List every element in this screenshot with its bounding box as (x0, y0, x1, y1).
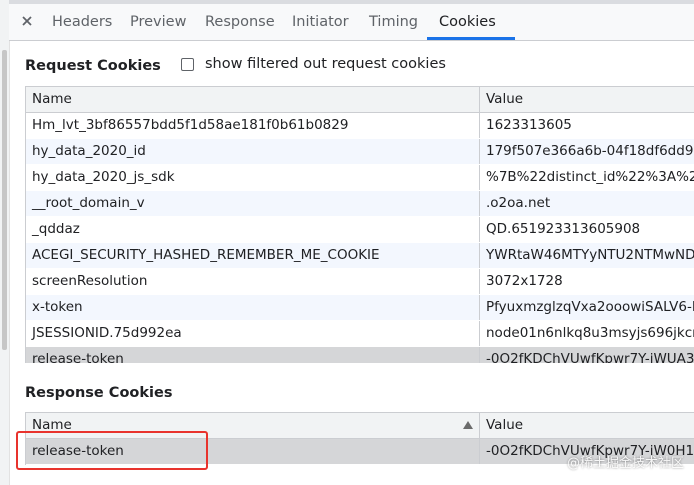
table-row[interactable]: __root_domain_v .o2oa.net (26, 191, 694, 217)
cookie-name: ACEGI_SECURITY_HASHED_REMEMBER_ME_COOKIE (26, 243, 480, 268)
left-scrollbar[interactable] (0, 0, 10, 485)
table-row[interactable]: hy_data_2020_js_sdk %7B%22distinct_id%22… (26, 165, 694, 191)
cookie-value: 1623313605 (486, 117, 572, 133)
cookie-value: %7B%22distinct_id%22%3A%22 (486, 169, 694, 185)
show-filtered-checkbox[interactable] (181, 58, 194, 71)
request-cookies-title: Request Cookies (25, 58, 161, 74)
column-header-value[interactable]: Value (480, 87, 694, 112)
left-scrollbar-thumb[interactable] (2, 50, 7, 350)
cookie-value: YWRtaW46MTYyNTU2NTMwND (486, 247, 694, 263)
close-icon[interactable] (20, 14, 34, 28)
cookie-name: JSESSIONID.75d992ea (26, 321, 480, 346)
cookie-name: hy_data_2020_js_sdk (26, 165, 480, 190)
cookie-name: x-token (26, 295, 480, 320)
show-filtered-label[interactable]: show filtered out request cookies (205, 56, 446, 72)
cookie-name: _qddaz (26, 217, 480, 242)
active-tab-indicator (427, 37, 515, 40)
sort-ascending-icon[interactable] (463, 421, 473, 429)
devtools-network-cookies-panel: Headers Preview Response Initiator Timin… (0, 0, 694, 485)
column-header-value[interactable]: Value (480, 413, 694, 438)
cookie-name: screenResolution (26, 269, 480, 294)
tab-initiator[interactable]: Initiator (292, 4, 349, 40)
cookie-name: release-token (26, 347, 480, 363)
table-row[interactable]: hy_data_2020_id 179f507e366a6b-04f18df6d… (26, 139, 694, 165)
table-row[interactable]: _qddaz QD.651923313605908 (26, 217, 694, 243)
table-row[interactable]: JSESSIONID.75d992ea node01n6nlkq8u3msyjs… (26, 321, 694, 347)
table-row[interactable]: ACEGI_SECURITY_HASHED_REMEMBER_ME_COOKIE… (26, 243, 694, 269)
column-header-name[interactable]: Name (26, 87, 480, 112)
response-cookies-title: Response Cookies (25, 385, 173, 401)
cookie-name: hy_data_2020_id (26, 139, 480, 164)
table-row[interactable]: x-token PfyuxmzglzqVxa2ooowiSALV6-K (26, 295, 694, 321)
cookie-value: node01n6nlkq8u3msyjs696jkcn (486, 325, 694, 341)
table-row[interactable]: Hm_lvt_3bf86557bdd5f1d58ae181f0b61b0829 … (26, 113, 694, 139)
watermark: @稀土掘金技术社区 (566, 456, 684, 471)
tab-bar: Headers Preview Response Initiator Timin… (9, 4, 694, 41)
tab-cookies[interactable]: Cookies (439, 4, 496, 40)
cookie-value: 3072x1728 (486, 273, 563, 289)
cookie-value: -0O2fKDChVUwfKpwr7Y-iWUA3 (486, 351, 694, 363)
cookie-value: PfyuxmzglzqVxa2ooowiSALV6-K (486, 299, 694, 315)
annotation-highlight-box (16, 431, 208, 470)
tab-timing[interactable]: Timing (369, 4, 418, 40)
table-row[interactable]: screenResolution 3072x1728 (26, 269, 694, 295)
cookie-name: Hm_lvt_3bf86557bdd5f1d58ae181f0b61b0829 (26, 113, 480, 138)
table-header-row: Name Value (26, 87, 694, 113)
cookie-value: .o2oa.net (486, 195, 551, 211)
request-cookies-table: Name Value Hm_lvt_3bf86557bdd5f1d58ae181… (25, 86, 694, 363)
cookie-name: __root_domain_v (26, 191, 480, 216)
tab-preview[interactable]: Preview (130, 4, 186, 40)
table-row-selected[interactable]: release-token -0O2fKDChVUwfKpwr7Y-iWUA3 (26, 347, 694, 363)
cookie-value: 179f507e366a6b-04f18df6dd9b (486, 143, 694, 159)
tab-response[interactable]: Response (205, 4, 275, 40)
tab-headers[interactable]: Headers (52, 4, 112, 40)
cookie-value: QD.651923313605908 (486, 221, 641, 237)
